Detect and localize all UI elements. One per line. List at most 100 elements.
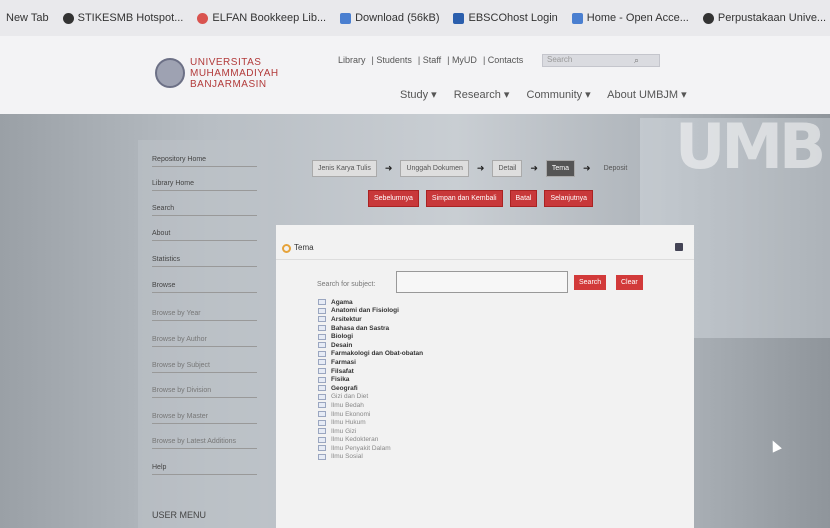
checkbox[interactable] — [318, 402, 326, 409]
checkbox[interactable] — [318, 350, 326, 357]
search-icon[interactable]: ⌕ — [634, 55, 639, 66]
checkbox[interactable] — [318, 325, 326, 332]
site-search-input[interactable]: Search ⌕ — [542, 54, 660, 67]
checkbox[interactable] — [318, 436, 326, 443]
toplink-students[interactable]: Students — [376, 55, 412, 65]
arrow-right-icon: ➜ — [583, 163, 591, 173]
sidebar-item-statistics[interactable]: Statistics — [152, 256, 257, 267]
bookmark-ebsco[interactable]: EBSCOhost Login — [453, 12, 558, 24]
checkbox[interactable] — [318, 453, 326, 460]
subject-search-button[interactable]: Search — [574, 275, 607, 290]
list-item[interactable]: Arsitektur — [318, 315, 423, 324]
sidebar-item-browse-year[interactable]: Browse by Year — [152, 310, 257, 321]
university-logo-icon[interactable] — [155, 58, 185, 88]
checkbox[interactable] — [318, 385, 326, 392]
checkbox[interactable] — [318, 411, 326, 418]
nav-about[interactable]: About UMBJM ▾ — [607, 89, 687, 101]
sidebar-item-browse-division[interactable]: Browse by Division — [152, 387, 257, 398]
previous-button[interactable]: Sebelumnya — [368, 190, 419, 207]
list-item[interactable]: Gizi dan Diet — [318, 393, 423, 402]
top-links: Library | Students | Staff | MyUD | Contacts — [338, 55, 524, 65]
sidebar-item-browse-author[interactable]: Browse by Author — [152, 336, 257, 347]
list-item[interactable]: Farmakologi dan Obat-obatan — [318, 350, 423, 359]
logo-line: BANJARMASIN — [190, 79, 267, 90]
logo-line: MUHAMMADIYAH — [190, 68, 279, 79]
collapse-circle-icon[interactable] — [282, 244, 291, 253]
checkbox[interactable] — [318, 368, 326, 375]
cancel-button[interactable]: Batal — [509, 190, 538, 207]
bookmark-new-tab[interactable]: New Tab — [6, 12, 49, 24]
sidebar-item-search[interactable]: Search — [152, 205, 257, 216]
bookmarks-bar: New Tab STIKESMB Hotspot... ELFAN Bookke… — [0, 0, 830, 36]
arrow-right-icon: ➜ — [384, 163, 393, 173]
list-item[interactable]: Ilmu Bedah — [318, 401, 423, 410]
list-item[interactable]: Ilmu Penyakit Dalam — [318, 444, 423, 453]
sidebar-item-browse[interactable]: Browse — [152, 282, 257, 293]
sidebar-item-help[interactable]: Help — [152, 464, 257, 475]
checkbox[interactable] — [318, 342, 326, 349]
checkbox[interactable] — [318, 376, 326, 383]
step-deposit[interactable]: Deposit — [599, 161, 633, 176]
checkbox[interactable] — [318, 299, 326, 306]
toplink-myud[interactable]: MyUD — [452, 55, 477, 65]
step-detail[interactable]: Detail — [492, 160, 523, 177]
checkbox[interactable] — [318, 419, 326, 426]
list-item[interactable]: Filsafat — [318, 367, 423, 376]
list-item[interactable]: Ilmu Gizi — [318, 427, 423, 436]
user-menu-heading: USER MENU — [152, 510, 207, 520]
file-icon — [571, 12, 583, 24]
list-item[interactable]: Ilmu Kedokteran — [318, 436, 423, 445]
nav-community[interactable]: Community ▾ — [527, 89, 591, 101]
list-item[interactable]: Ilmu Sosial — [318, 453, 423, 462]
step-unggah-dokumen[interactable]: Unggah Dokumen — [400, 160, 469, 177]
list-item[interactable]: Biologi — [318, 332, 423, 341]
list-item[interactable]: Agama — [318, 298, 423, 307]
sidebar-item-latest-additions[interactable]: Browse by Latest Additions — [152, 438, 257, 449]
bookmark-icon — [197, 12, 209, 24]
nav-research[interactable]: Research ▾ — [454, 89, 510, 101]
next-button[interactable]: Selanjutnya — [544, 190, 594, 207]
list-item[interactable]: Anatomi dan Fisiologi — [318, 307, 423, 316]
sidebar-item-browse-master[interactable]: Browse by Master — [152, 413, 257, 424]
checkbox[interactable] — [318, 445, 326, 452]
bookmark-label: New Tab — [6, 12, 49, 24]
sidebar-item-library-home[interactable]: Library Home — [152, 180, 257, 191]
list-item[interactable]: Ilmu Ekonomi — [318, 410, 423, 419]
bookmark-perpustakaan[interactable]: Perpustakaan Unive... — [702, 12, 826, 24]
bookmark-label: Download (56kB) — [355, 12, 440, 24]
bookmark-elfan[interactable]: ELFAN Bookkeep Lib... — [197, 12, 326, 24]
list-item[interactable]: Bahasa dan Sastra — [318, 324, 423, 333]
checkbox[interactable] — [318, 307, 326, 314]
sidebar-item-browse-subject[interactable]: Browse by Subject — [152, 362, 257, 373]
bookmark-open-access[interactable]: Home - Open Acce... — [571, 12, 689, 24]
sidebar-item-repository-home[interactable]: Repository Home — [152, 156, 257, 167]
nav-study[interactable]: Study ▾ — [400, 89, 437, 101]
deposit-steps: Jenis Karya Tulis ➜ Unggah Dokumen ➜ Det… — [312, 160, 632, 177]
list-item[interactable]: Ilmu Hukum — [318, 418, 423, 427]
save-and-return-button[interactable]: Simpan dan Kembali — [425, 190, 503, 207]
checkbox[interactable] — [318, 428, 326, 435]
bookmark-stikesmb[interactable]: STIKESMB Hotspot... — [62, 12, 183, 24]
subject-search-input[interactable] — [396, 271, 568, 293]
list-item[interactable]: Farmasi — [318, 358, 423, 367]
globe-icon — [702, 12, 714, 24]
subject-clear-button[interactable]: Clear — [616, 275, 643, 290]
checkbox[interactable] — [318, 316, 326, 323]
step-tema[interactable]: Tema — [545, 160, 576, 177]
step-jenis-karya-tulis[interactable]: Jenis Karya Tulis — [312, 160, 377, 177]
site-search-placeholder: Search — [547, 55, 573, 64]
toplink-contacts[interactable]: Contacts — [488, 55, 524, 65]
checkbox[interactable] — [318, 359, 326, 366]
checkbox[interactable] — [318, 393, 326, 400]
sidebar-item-about[interactable]: About — [152, 230, 257, 241]
list-item[interactable]: Fisika — [318, 375, 423, 384]
university-logo-text[interactable]: UNIVERSITAS MUHAMMADIYAH BANJARMASIN — [190, 57, 279, 90]
list-item[interactable]: Geografi — [318, 384, 423, 393]
file-icon — [340, 12, 352, 24]
list-item[interactable]: Desain — [318, 341, 423, 350]
checkbox[interactable] — [318, 333, 326, 340]
toplink-library[interactable]: Library — [338, 55, 366, 65]
bookmark-download[interactable]: Download (56kB) — [340, 12, 439, 24]
toplink-staff[interactable]: Staff — [423, 55, 441, 65]
minimize-icon[interactable] — [675, 243, 683, 251]
